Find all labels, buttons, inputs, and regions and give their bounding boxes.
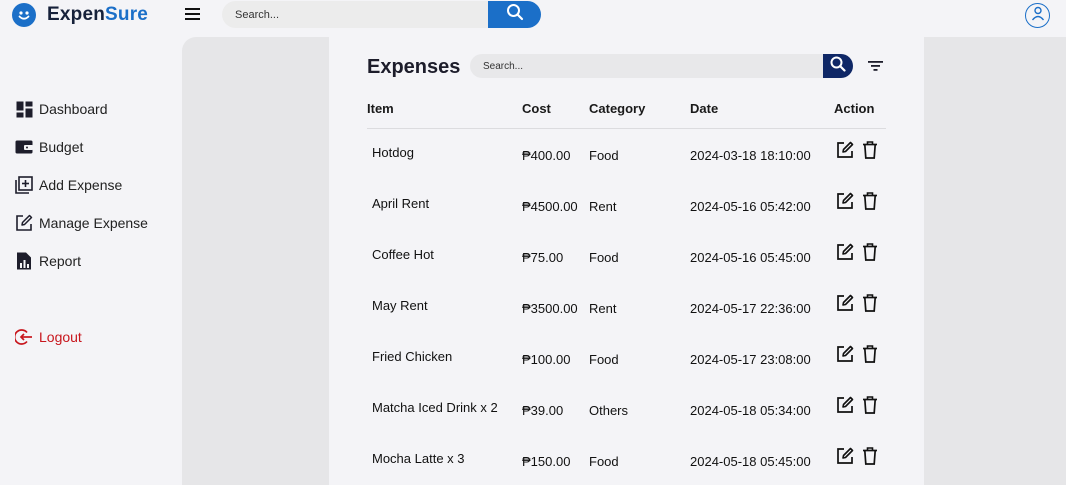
trash-icon[interactable]	[861, 395, 879, 414]
trash-icon[interactable]	[861, 344, 879, 363]
content-background	[182, 37, 329, 485]
sidebar-item-label: Manage Expense	[39, 215, 148, 231]
sidebar: Dashboard Budget Add Expense Manage Expe…	[0, 36, 182, 485]
expense-cost: ₱75.00	[522, 250, 564, 265]
expense-date: 2024-05-17 22:36:00	[690, 301, 811, 316]
edit-icon[interactable]	[836, 293, 854, 312]
trash-icon[interactable]	[861, 242, 879, 261]
logout-icon	[15, 328, 33, 346]
expense-item-name: Matcha Iced Drink x 2	[372, 400, 498, 415]
table-row: Fried Chicken ₱100.00 Food 2024-05-17 23:08…	[329, 344, 924, 400]
expense-cost: ₱400.00	[522, 148, 571, 163]
column-header-item: Item	[367, 101, 394, 116]
expense-cost: ₱100.00	[522, 352, 571, 367]
expenses-search-input[interactable]: Search...	[470, 54, 824, 78]
expense-date: 2024-05-17 23:08:00	[690, 352, 811, 367]
brand-name: ExpenSure	[47, 4, 149, 25]
search-icon	[506, 3, 524, 26]
table-row: Hotdog ₱400.00 Food 2024-03-18 18:10:00	[329, 140, 924, 196]
trash-icon[interactable]	[861, 140, 879, 159]
table-row: May Rent ₱3500.00 Rent 2024-05-17 22:36:00	[329, 293, 924, 349]
expense-date: 2024-05-18 05:34:00	[690, 403, 811, 418]
table-row: Mocha Latte x 3 ₱150.00 Food 2024-05-18 05:…	[329, 446, 924, 485]
column-header-date: Date	[690, 101, 719, 116]
edit-icon[interactable]	[836, 140, 854, 159]
top-search-input[interactable]: Search...	[222, 1, 488, 28]
logout-label: Logout	[39, 329, 82, 345]
report-icon	[15, 252, 33, 270]
expense-date: 2024-05-16 05:45:00	[690, 250, 811, 265]
sidebar-item-manage-expense[interactable]: Manage Expense	[15, 214, 148, 232]
trash-icon[interactable]	[861, 293, 879, 312]
edit-icon[interactable]	[836, 446, 854, 465]
trash-icon[interactable]	[861, 446, 879, 465]
expense-date: 2024-05-16 05:42:00	[690, 199, 811, 214]
sidebar-item-dashboard[interactable]: Dashboard	[15, 100, 108, 118]
edit-icon[interactable]	[836, 191, 854, 210]
expense-item-name: Hotdog	[372, 145, 414, 160]
expense-category: Food	[589, 352, 619, 367]
expense-item-name: Coffee Hot	[372, 247, 434, 262]
expense-item-name: May Rent	[372, 298, 428, 313]
top-bar: ExpenSure Search...	[0, 0, 1066, 32]
dashboard-icon	[15, 100, 33, 118]
add-box-icon	[15, 176, 33, 194]
expenses-panel: Expenses Search... Item Cost Category Da…	[329, 37, 924, 485]
page-title: Expenses	[367, 56, 461, 78]
expense-item-name: Mocha Latte x 3	[372, 451, 465, 466]
expense-date: 2024-05-18 05:45:00	[690, 454, 811, 469]
user-icon	[1030, 5, 1046, 26]
edit-icon	[15, 214, 33, 232]
expense-category: Others	[589, 403, 629, 418]
trash-icon[interactable]	[861, 191, 879, 210]
sidebar-item-label: Dashboard	[39, 101, 108, 117]
expense-cost: ₱4500.00	[522, 199, 578, 214]
edit-icon[interactable]	[836, 242, 854, 261]
logo[interactable]: ExpenSure	[12, 3, 148, 27]
menu-icon[interactable]	[184, 6, 202, 22]
expense-category: Rent	[589, 199, 617, 214]
column-header-cost: Cost	[522, 101, 551, 116]
header-divider	[367, 128, 886, 129]
table-row: April Rent ₱4500.00 Rent 2024-05-16 05:42:0…	[329, 191, 924, 247]
table-row: Coffee Hot ₱75.00 Food 2024-05-16 05:45:00	[329, 242, 924, 298]
user-profile-button[interactable]	[1025, 3, 1050, 28]
content-background-right	[924, 37, 1066, 485]
expense-item-name: April Rent	[372, 196, 430, 211]
search-icon	[830, 56, 846, 77]
sidebar-item-label: Report	[39, 253, 82, 269]
logout-button[interactable]: Logout	[15, 328, 82, 346]
column-header-action: Action	[834, 101, 875, 116]
expense-cost: ₱150.00	[522, 454, 571, 469]
sidebar-item-report[interactable]: Report	[15, 252, 81, 270]
expense-date: 2024-03-18 18:10:00	[690, 148, 811, 163]
edit-icon[interactable]	[836, 344, 854, 363]
expense-cost: ₱3500.00	[522, 301, 578, 316]
expense-cost: ₱39.00	[522, 403, 564, 418]
expense-category: Rent	[589, 301, 617, 316]
expense-category: Food	[589, 454, 619, 469]
edit-icon[interactable]	[836, 395, 854, 414]
expenses-search-button[interactable]	[823, 54, 853, 78]
expense-item-name: Fried Chicken	[372, 349, 453, 364]
sidebar-item-label: Add Expense	[39, 177, 123, 193]
smiley-logo-icon	[12, 3, 36, 27]
column-header-category: Category	[589, 101, 646, 116]
wallet-icon	[15, 138, 33, 156]
table-row: Matcha Iced Drink x 2 ₱39.00 Others 2024-05…	[329, 395, 924, 451]
filter-icon[interactable]	[867, 59, 884, 73]
expense-category: Food	[589, 250, 619, 265]
sidebar-item-label: Budget	[39, 139, 84, 155]
expense-category: Food	[589, 148, 619, 163]
sidebar-item-add-expense[interactable]: Add Expense	[15, 176, 122, 194]
top-search-button[interactable]	[488, 1, 541, 28]
sidebar-item-budget[interactable]: Budget	[15, 138, 83, 156]
